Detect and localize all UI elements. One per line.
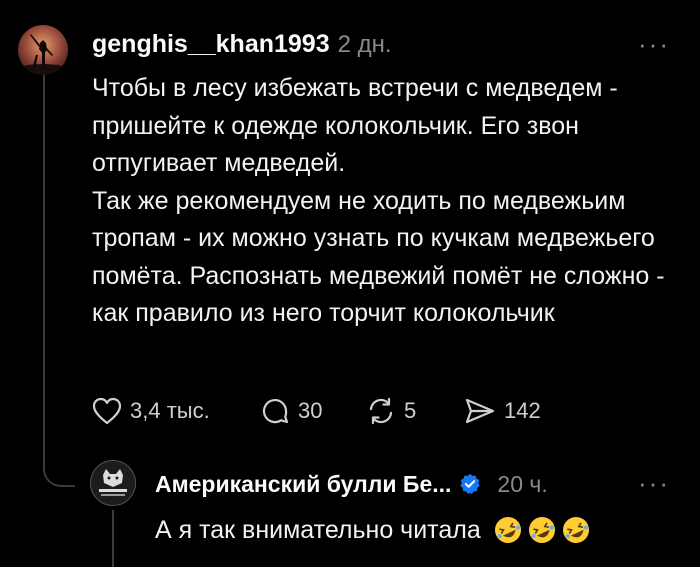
reply-thread-line (112, 510, 114, 567)
avatar[interactable] (18, 25, 68, 75)
post-username[interactable]: genghis__khan1993 (92, 30, 330, 59)
comment-count: 30 (298, 398, 323, 423)
thread-line (43, 74, 45, 469)
post-body: Чтобы в лесу избежать встречи с медведем… (92, 70, 692, 333)
more-options-button[interactable]: ··· (638, 31, 670, 57)
dog-logo-icon (91, 461, 135, 505)
repost-icon (369, 397, 393, 425)
verified-badge-icon (460, 473, 481, 495)
post-header: genghis__khan1993 2 дн. (92, 30, 392, 62)
repost-button[interactable]: 5 (366, 396, 464, 426)
share-count: 142 (504, 398, 541, 423)
like-count: 3,4 тыс. (130, 398, 210, 423)
heart-icon (92, 397, 122, 425)
post-actions: 3,4 тыс. 30 5 142 (92, 393, 541, 429)
rofl-emoji-icon (494, 517, 521, 543)
share-button[interactable]: 142 (464, 396, 541, 426)
rofl-emoji-icon (528, 517, 555, 543)
reply-time: 20 ч. (497, 470, 548, 497)
share-icon (465, 398, 495, 424)
comment-icon (262, 399, 289, 424)
reply-username[interactable]: Американский булли Бе... (155, 471, 451, 498)
reply-body: А я так внимательно читала (155, 515, 591, 545)
warrior-silhouette-icon (18, 25, 68, 75)
reply-connector (43, 430, 75, 487)
post-paragraph: Так же рекомендуем не ходить по медвежьи… (92, 186, 665, 328)
emoji-group (493, 515, 591, 545)
rofl-emoji-icon (562, 517, 589, 543)
reply-more-options-button[interactable]: ··· (638, 470, 670, 496)
reply-text: А я так внимательно читала (155, 515, 481, 544)
like-button[interactable]: 3,4 тыс. (92, 397, 260, 425)
post-paragraph: Чтобы в лесу избежать встречи с медведем… (92, 74, 618, 177)
reply-avatar[interactable] (90, 460, 136, 506)
post-time: 2 дн. (337, 31, 392, 58)
repost-count: 5 (404, 398, 417, 423)
comment-button[interactable]: 30 (260, 396, 366, 426)
reply-header: Американский булли Бе... 20 ч. (155, 468, 548, 500)
